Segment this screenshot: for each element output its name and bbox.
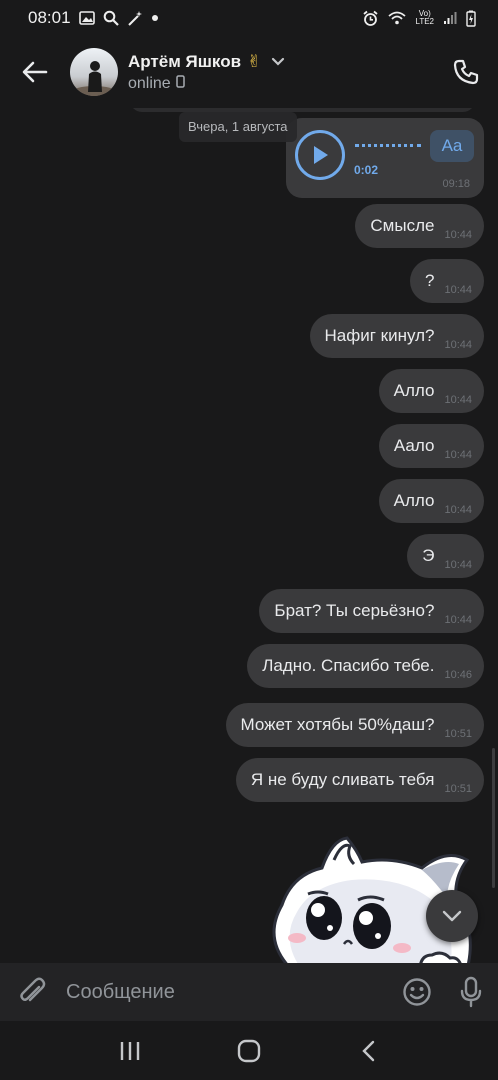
message-composer (0, 963, 498, 1021)
message-time: 09:18 (442, 178, 470, 190)
status-bar: 08:01 Vo) LTE2 (0, 0, 498, 36)
alarm-icon (362, 10, 379, 27)
chevron-down-icon[interactable] (271, 57, 285, 67)
message-input[interactable] (66, 980, 390, 1004)
system-navigation-bar (0, 1021, 498, 1080)
back-button[interactable] (0, 36, 70, 108)
system-back-button[interactable] (338, 1026, 398, 1076)
emoji-button[interactable] (390, 963, 444, 1021)
chat-header: Артём Яшков ✌ online (0, 36, 498, 108)
transcribe-button[interactable]: Aa (430, 130, 474, 162)
chevron-left-icon (362, 1040, 375, 1061)
gallery-icon (78, 11, 95, 25)
message-list[interactable]: Вчера, 1 августа 0:02 Aa 09:18 Смысле 10:… (0, 108, 498, 963)
message-time: 10:44 (444, 449, 472, 461)
message-bubble[interactable]: Я не буду сливать тебя 10:51 (235, 758, 484, 802)
message-time: 10:44 (444, 339, 472, 351)
signal-icon (443, 11, 457, 25)
message-text: Э (422, 546, 435, 565)
message-time: 10:46 (444, 669, 472, 681)
message-time: 10:44 (444, 614, 472, 626)
battery-icon (466, 10, 476, 27)
previous-message-edge (130, 108, 475, 112)
avatar[interactable] (70, 48, 118, 96)
call-button[interactable] (434, 36, 498, 108)
notification-dot-icon (151, 14, 159, 22)
search-icon (103, 10, 119, 26)
message-text: Брат? Ты серьёзно? (274, 601, 435, 620)
message-bubble[interactable]: Алло 10:44 (378, 479, 484, 523)
message-bubble[interactable]: Аало 10:44 (378, 424, 484, 468)
chevron-down-icon (442, 910, 462, 922)
microphone-icon (460, 976, 482, 1008)
smile-icon (403, 978, 431, 1006)
message-bubble[interactable]: Может хотябы 50%даш? 10:51 (225, 703, 484, 747)
message-text: Ладно. Спасибо тебе. (262, 656, 435, 675)
message-text: Нафиг кинул? (324, 326, 435, 345)
message-bubble[interactable]: ? 10:44 (410, 259, 484, 303)
message-text: Аало (393, 436, 435, 455)
wifi-icon (388, 11, 407, 25)
scroll-down-button[interactable] (426, 890, 478, 942)
message-time: 10:44 (444, 394, 472, 406)
paperclip-icon (20, 977, 46, 1002)
home-icon (237, 1039, 261, 1062)
message-time: 10:44 (444, 284, 472, 296)
microphone-button[interactable] (444, 963, 498, 1021)
status-time: 08:01 (28, 8, 71, 27)
message-time: 10:44 (444, 504, 472, 516)
message-bubble[interactable]: Э 10:44 (407, 534, 484, 578)
victory-hand-emoji: ✌ (247, 51, 262, 71)
online-status: online (128, 74, 171, 92)
message-text: Я не буду сливать тебя (250, 770, 435, 789)
home-button[interactable] (219, 1026, 279, 1076)
message-bubble[interactable]: Ладно. Спасибо тебе. 10:46 (247, 644, 484, 688)
play-button[interactable] (295, 130, 345, 180)
message-bubble[interactable]: Смысле 10:44 (355, 204, 484, 248)
voice-waveform[interactable] (355, 144, 421, 147)
contact-name[interactable]: Артём Яшков (128, 52, 241, 72)
message-bubble[interactable]: Нафиг кинул? 10:44 (309, 314, 484, 358)
message-text: Может хотябы 50%даш? (240, 715, 435, 734)
mobile-device-icon (175, 74, 185, 93)
magic-wand-icon (127, 10, 143, 26)
play-icon (314, 146, 328, 164)
phone-icon (453, 59, 479, 85)
recent-apps-icon (120, 1041, 139, 1060)
message-time: 10:44 (444, 559, 472, 571)
message-text: Алло (393, 491, 435, 510)
attach-button[interactable] (0, 963, 66, 1021)
date-separator: Вчера, 1 августа (179, 112, 297, 142)
lte-indicator: Vo) LTE2 (415, 9, 434, 26)
recent-apps-button[interactable] (100, 1026, 160, 1076)
message-time: 10:44 (444, 229, 472, 241)
message-bubble[interactable]: Алло 10:44 (378, 369, 484, 413)
message-text: Смысле (370, 216, 435, 235)
message-bubble[interactable]: Брат? Ты серьёзно? 10:44 (259, 589, 484, 633)
message-time: 10:51 (444, 783, 472, 795)
message-time: 10:51 (444, 728, 472, 740)
message-text: ? (425, 271, 435, 290)
scrollbar[interactable] (492, 748, 495, 888)
voice-duration: 0:02 (354, 163, 379, 177)
message-text: Алло (393, 381, 435, 400)
arrow-left-icon (22, 61, 48, 83)
voice-message-bubble[interactable]: 0:02 Aa 09:18 (286, 118, 484, 198)
